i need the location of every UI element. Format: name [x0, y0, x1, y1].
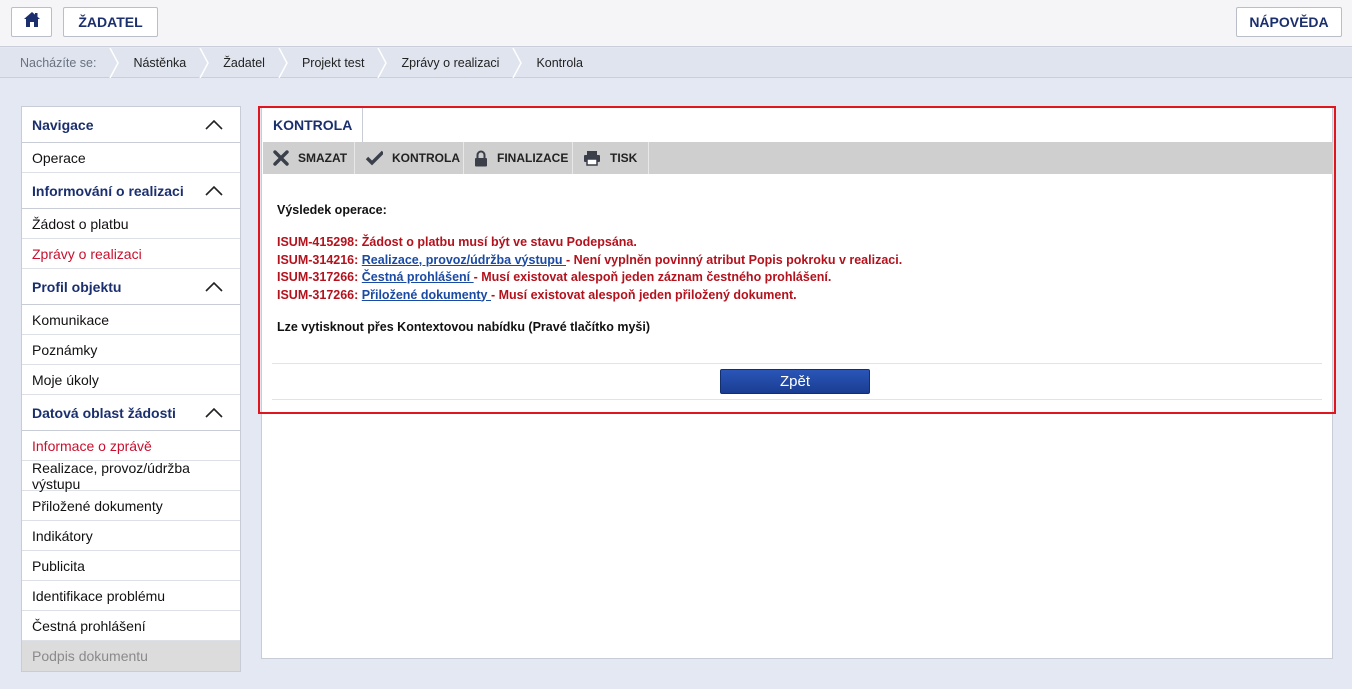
error-line: ISUM-314216: Realizace, provoz/údržba vý… [277, 252, 1317, 270]
breadcrumb-prefix: Nacházíte se: [20, 55, 97, 70]
print-button[interactable]: TISK [573, 142, 649, 174]
error-text: - Musí existovat alespoň jeden záznam če… [473, 270, 832, 284]
breadcrumb-item-dashboard[interactable]: Nástěnka [119, 48, 199, 77]
error-line: ISUM-317266: Čestná prohlášení - Musí ex… [277, 269, 1317, 287]
sidebar-item-communication[interactable]: Komunikace [22, 305, 240, 335]
error-code: ISUM-314216: [277, 252, 359, 267]
top-bar: ŽADATEL NÁPOVĚDA [0, 0, 1352, 47]
sidebar-item-document-signature: Podpis dokumentu [22, 641, 240, 671]
operation-result: Výsledek operace: ISUM-415298: Žádost o … [277, 203, 1317, 334]
printer-icon [583, 149, 601, 167]
sidebar-item-indicators[interactable]: Indikátory [22, 521, 240, 551]
breadcrumb-item-current: Kontrola [536, 55, 583, 70]
role-button[interactable]: ŽADATEL [63, 7, 158, 37]
sidebar-section-title: Informování o realizaci [32, 182, 184, 199]
finalize-button[interactable]: FINALIZACE [464, 142, 573, 174]
sidebar-section-title: Datová oblast žádosti [32, 404, 176, 421]
error-line: ISUM-317266: Přiložené dokumenty - Musí … [277, 287, 1317, 305]
chevron-up-icon [205, 279, 223, 295]
home-button[interactable] [11, 7, 52, 37]
chevron-up-icon [205, 405, 223, 421]
breadcrumb-separator [278, 47, 288, 78]
check-button[interactable]: KONTROLA [355, 142, 464, 174]
breadcrumb-separator [512, 47, 523, 78]
sidebar-section-profile[interactable]: Profil objektu [22, 269, 240, 305]
home-icon [23, 11, 41, 33]
sidebar-item-report-info[interactable]: Informace o zprávě [22, 431, 240, 461]
back-button[interactable]: Zpět [720, 369, 870, 394]
error-code: ISUM-415298: [277, 235, 359, 249]
error-line: ISUM-415298: Žádost o platbu musí být ve… [277, 234, 1317, 252]
breadcrumb-separator [377, 47, 388, 78]
sidebar-item-payment-request[interactable]: Žádost o platbu [22, 209, 240, 239]
breadcrumb-item-applicant[interactable]: Žadatel [209, 48, 278, 77]
error-text: - Není vyplněn povinný atribut Popis pok… [566, 252, 903, 267]
error-link[interactable]: Přiložené dokumenty [362, 288, 491, 302]
print-label: TISK [610, 151, 638, 165]
tab-bar: KONTROLA [263, 108, 1333, 142]
result-title: Výsledek operace: [277, 203, 387, 217]
sidebar-section-info[interactable]: Informování o realizaci [22, 173, 240, 209]
sidebar-item-declarations[interactable]: Čestná prohlášení [22, 611, 240, 641]
sidebar-item-attached-documents[interactable]: Přiložené dokumenty [22, 491, 240, 521]
error-link[interactable]: Realizace, provoz/údržba výstupu [362, 253, 566, 267]
breadcrumb: Nacházíte se: Nástěnka Žadatel Projekt t… [0, 47, 1352, 78]
close-icon [273, 149, 289, 167]
breadcrumb-item-project[interactable]: Projekt test [288, 48, 378, 77]
sidebar-section-navigation[interactable]: Navigace [22, 107, 240, 143]
help-button[interactable]: NÁPOVĚDA [1236, 7, 1342, 37]
lock-icon [474, 149, 488, 167]
sidebar-item-publicity[interactable]: Publicita [22, 551, 240, 581]
chevron-up-icon [205, 117, 223, 133]
breadcrumb-item-reports[interactable]: Zprávy o realizaci [387, 48, 512, 77]
error-text: - Musí existovat alespoň jeden přiložený… [490, 287, 797, 302]
sidebar-item-my-tasks[interactable]: Moje úkoly [22, 365, 240, 395]
check-label: KONTROLA [392, 151, 460, 165]
sidebar-item-implementation[interactable]: Realizace, provoz/údržba výstupu [22, 460, 240, 492]
error-code: ISUM-317266: [277, 287, 359, 302]
delete-label: SMAZAT [298, 151, 348, 165]
breadcrumb-separator [109, 47, 120, 78]
sidebar-item-implementation-reports[interactable]: Zprávy o realizaci [22, 239, 240, 269]
print-note: Lze vytisknout přes Kontextovou nabídku … [277, 320, 651, 334]
finalize-label: FINALIZACE [497, 151, 569, 165]
tab-check[interactable]: KONTROLA [263, 108, 364, 142]
sidebar: Navigace Operace Informování o realizaci… [21, 106, 241, 672]
chevron-up-icon [205, 183, 223, 199]
sidebar-section-title: Profil objektu [32, 278, 122, 295]
error-link[interactable]: Čestná prohlášení [362, 270, 474, 284]
error-code: ISUM-317266: [277, 270, 359, 284]
divider [272, 399, 1322, 400]
error-text: Žádost o platbu musí být ve stavu Podeps… [361, 235, 637, 249]
sidebar-section-title: Navigace [32, 116, 94, 133]
breadcrumb-separator [199, 47, 210, 78]
divider [272, 363, 1322, 364]
sidebar-section-data[interactable]: Datová oblast žádosti [22, 395, 240, 431]
toolbar: SMAZAT KONTROLA FINALIZACE TISK [263, 142, 1333, 174]
delete-button[interactable]: SMAZAT [263, 142, 355, 174]
sidebar-item-notes[interactable]: Poznámky [22, 335, 240, 365]
sidebar-item-problem-identification[interactable]: Identifikace problému [22, 581, 240, 611]
checkmark-icon [365, 149, 383, 167]
sidebar-item-operations[interactable]: Operace [22, 143, 240, 173]
